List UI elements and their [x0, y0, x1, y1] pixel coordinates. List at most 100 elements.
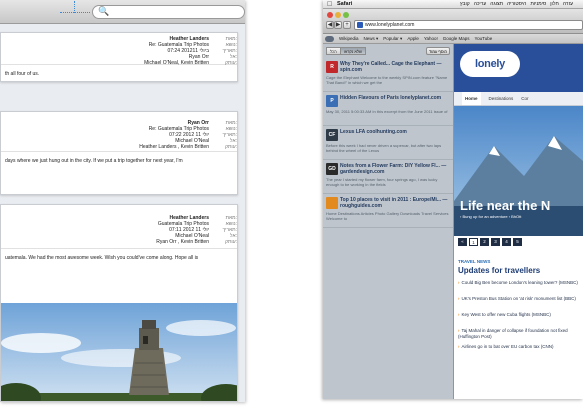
nav-more[interactable]: Cor [521, 92, 528, 105]
menu-history[interactable]: היסטוריה [507, 0, 526, 9]
cc-value: Heather Landers , Kevin Britten [139, 144, 209, 150]
add-page-button[interactable]: הוסף עמוד [426, 47, 450, 55]
hero-links[interactable]: › Bung up for an adventure › BhOtt [460, 214, 521, 219]
nav-destinations[interactable]: Destinations [489, 92, 514, 105]
bookmark-item[interactable]: Google Maps [443, 34, 470, 44]
attached-photo[interactable] [1, 303, 237, 401]
app-menu[interactable]: Safari [337, 0, 352, 9]
item-description: Before this week I had never driven a su… [326, 143, 442, 153]
item-title: Lexus LFA coolhunting.com [340, 129, 407, 135]
address-text: www.lonelyplanet.com [365, 22, 415, 28]
nav-home[interactable]: Home [462, 92, 481, 105]
reading-list-sidebar: הכל שלא נקראו הוסף עמוד R Why They're Ca… [323, 44, 454, 399]
mail-window: 🔍 Heather Landers מאת: Re: Guatemala Tri… [0, 0, 245, 402]
tab-unread[interactable]: שלא נקראו [339, 47, 366, 55]
bookmark-item[interactable]: Yahoo! [424, 34, 438, 44]
bookmark-item[interactable]: Wikipedia [339, 34, 359, 44]
bookmarks-bar: Wikipedia News ▾ Popular ▾ Apple Yahoo! … [323, 34, 583, 44]
bookmark-item[interactable]: Popular ▾ [383, 34, 402, 44]
mail-toolbar: 🔍 [0, 0, 245, 24]
news-link[interactable]: Could Big Ben become London's leaning to… [458, 280, 582, 286]
item-title: Hidden Flavours of Paris lonelyplanet.co… [340, 95, 442, 101]
reading-list-item[interactable]: Top 10 places to visit in 2011 : Europe/… [323, 194, 453, 228]
item-description: The year I started my flower farm, four … [326, 177, 438, 187]
cc-value: Ryan Orr , Kevin Britten [156, 239, 209, 245]
safari-window:  Safari עזרה חלון סימניות היסטוריה תצוג… [323, 0, 583, 399]
reading-list-item[interactable]: R Why They're Called... Cage the Elephan… [323, 58, 453, 92]
news-link[interactable]: UK's Preston Bus Station on 'at risk' mo… [458, 296, 582, 302]
pager-item[interactable]: 5 [513, 238, 522, 246]
zoom-button[interactable] [343, 12, 349, 18]
item-title: Notes from a Flower Farm: DIY Yellow Fl.… [340, 163, 447, 175]
item-title: Why They're Called... Cage the Elephant … [340, 61, 442, 73]
news-section-title: Updates for travellers [458, 266, 541, 275]
site-thumbnail: GD [326, 163, 338, 175]
site-thumbnail [326, 197, 338, 209]
reading-list-icon[interactable] [325, 36, 334, 42]
site-thumbnail: CF [326, 129, 338, 141]
news-link[interactable]: Key West to offer new Cuba flights (MSNB… [458, 312, 582, 318]
back-button[interactable]: ◀ [326, 21, 334, 29]
pager-item[interactable]: 2 [480, 238, 489, 246]
callout-line [60, 1, 90, 13]
search-field[interactable]: 🔍 [92, 5, 245, 19]
apple-icon[interactable]:  [327, 0, 332, 9]
menu-list: עזרה חלון סימניות היסטוריה תצוגה עריכה ק… [460, 0, 573, 9]
pager-item[interactable]: 3 [491, 238, 500, 246]
share-button[interactable]: + [343, 21, 351, 29]
reading-list-item[interactable]: GD Notes from a Flower Farm: DIY Yellow … [323, 160, 453, 194]
item-description: Cage the Elephant Welcome to the weekly … [326, 75, 448, 85]
item-description: May 30, 2011 5:00:33 AM In this excerpt … [326, 109, 448, 114]
news-link[interactable]: Taj Mahal in danger of collapse if found… [458, 328, 582, 340]
pyramid-photo [1, 303, 237, 401]
forward-button[interactable]: ▶ [334, 21, 342, 29]
message-body: uatemala. We had the most awesome week. … [5, 255, 199, 261]
pager-prev[interactable]: « [458, 238, 467, 246]
hero-title: Life near the N [460, 198, 551, 213]
cc-label: עותק: [225, 239, 237, 245]
reading-list-item[interactable]: P Hidden Flavours of Paris lonelyplanet.… [323, 92, 453, 126]
menu-window[interactable]: חלון [550, 0, 559, 9]
site-thumbnail: R [326, 61, 338, 73]
message-card[interactable]: Heather Landers מאת: Re: Guatemala Trip … [0, 32, 238, 82]
news-section-label: TRAVEL NEWS [458, 259, 491, 264]
safari-toolbar: ◀ ▶ + www.lonelyplanet.com [323, 9, 583, 34]
news-link[interactable]: Airlines go in to bat over EU carbon tax… [458, 344, 582, 350]
message-header: Heather Landers מאת: Guatemala Trip Phot… [1, 205, 237, 249]
site-nav: Home Destinations Cor [454, 92, 583, 106]
tab-all[interactable]: הכל [326, 47, 341, 55]
site-header: lonely planet [454, 44, 583, 96]
favicon-icon [357, 22, 363, 28]
message-card[interactable]: Heather Landers מאת: Guatemala Trip Phot… [0, 204, 238, 402]
bookmark-item[interactable]: Apple [407, 34, 419, 44]
message-header: Ryan Orr מאת: Re: Guatemala Trip Photos … [1, 112, 237, 152]
menu-file[interactable]: קובץ [460, 0, 470, 9]
menu-help[interactable]: עזרה [563, 0, 573, 9]
menu-bookmarks[interactable]: סימניות [530, 0, 546, 9]
carousel-pager: « 1 2 3 4 5 [458, 238, 522, 246]
cc-label: עותק: [225, 144, 237, 150]
message-header: Heather Landers מאת: Re: Guatemala Trip … [1, 33, 237, 66]
message-body: days where we just hung out in the city.… [5, 158, 183, 164]
bookmark-item[interactable]: YouTube [475, 34, 493, 44]
menu-bar:  Safari עזרה חלון סימניות היסטוריה תצוג… [323, 0, 583, 9]
reading-list-tabs: הכל שלא נקראו [326, 47, 366, 55]
message-card[interactable]: Ryan Orr מאת: Re: Guatemala Trip Photos … [0, 111, 238, 195]
item-title: Top 10 places to visit in 2011 : Europe/… [340, 197, 448, 209]
menu-view[interactable]: תצוגה [490, 0, 503, 9]
pager-item[interactable]: 1 [469, 238, 478, 246]
cc-value: Michael O'Neal, Kevin Britten [144, 60, 209, 66]
web-page: lonely planet Home Destinations Cor Life… [454, 44, 583, 399]
pager-item[interactable]: 4 [502, 238, 511, 246]
minimize-button[interactable] [335, 12, 341, 18]
hero-banner[interactable]: Life near the N › Bung up for an adventu… [454, 106, 583, 236]
reading-list-item[interactable]: CF Lexus LFA coolhunting.com Before this… [323, 126, 453, 160]
item-description: Home Destinations Articles Photo Gallery… [326, 211, 449, 221]
address-bar[interactable]: www.lonelyplanet.com [354, 20, 583, 30]
search-icon: 🔍 [98, 6, 110, 16]
menu-edit[interactable]: עריכה [474, 0, 487, 9]
bookmark-item[interactable]: News ▾ [364, 34, 379, 44]
site-logo[interactable]: lonely planet [460, 51, 520, 96]
message-body: th all four of us. [5, 71, 40, 77]
close-button[interactable] [327, 12, 333, 18]
